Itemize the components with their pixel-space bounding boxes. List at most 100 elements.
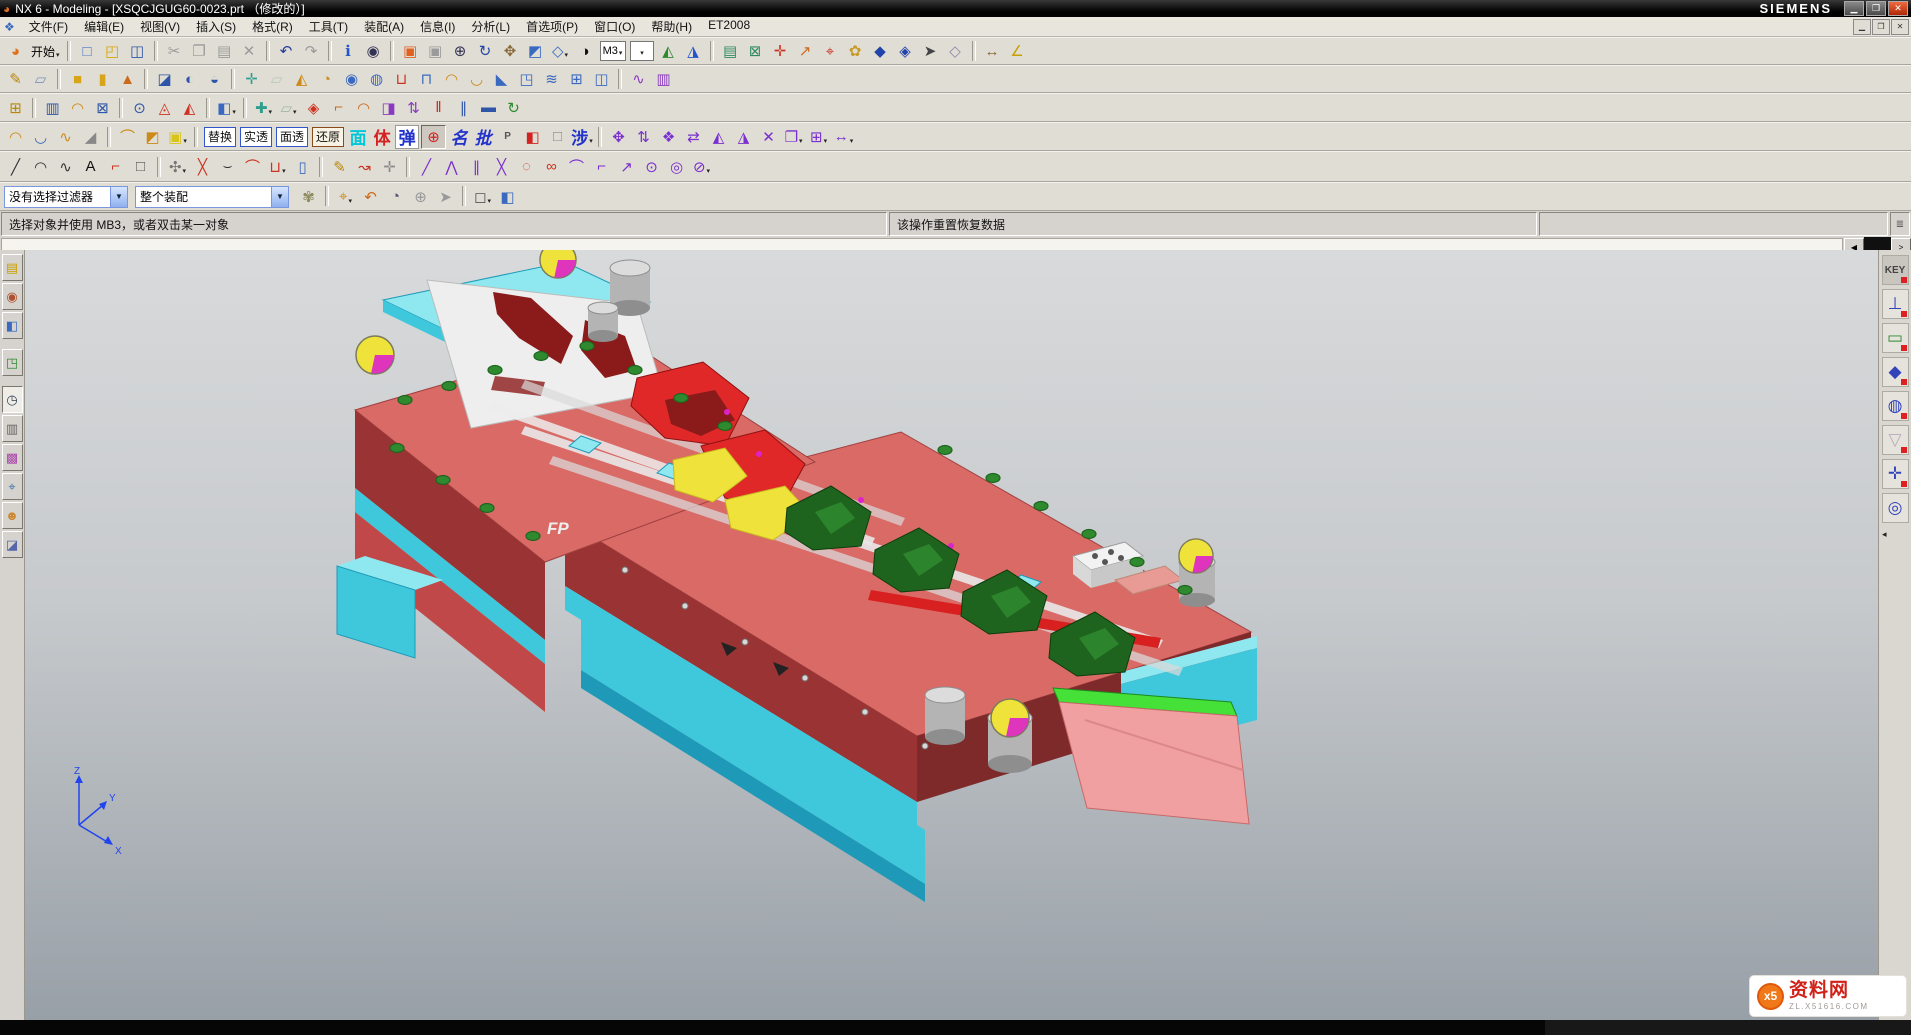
face-display-button[interactable]: 面	[347, 126, 369, 148]
revolve-icon[interactable]: ◔	[315, 68, 338, 90]
block-icon[interactable]: ■	[66, 68, 89, 90]
body-display-button[interactable]: 体	[371, 126, 393, 148]
intersect-point-icon[interactable]: ✛	[378, 156, 401, 178]
pattern-component-icon[interactable]: ⊞▾	[807, 126, 830, 148]
find-icon[interactable]: ◉	[362, 40, 385, 62]
rotate-point-icon[interactable]: ⊕	[409, 186, 432, 208]
expression-icon[interactable]: ✚▾	[252, 97, 275, 119]
helix-icon[interactable]: ✎	[328, 156, 351, 178]
roles-tab[interactable]: ☻	[2, 502, 23, 529]
menu-insert[interactable]: 插入(S)	[188, 17, 244, 36]
split-body-icon[interactable]: ◭	[178, 97, 201, 119]
pan-icon[interactable]: ✥	[499, 40, 522, 62]
menu-window[interactable]: 窗口(O)	[586, 17, 643, 36]
reorder-feature-icon[interactable]: ⇅	[402, 97, 425, 119]
swoop-icon[interactable]: ⌒	[116, 126, 139, 148]
copy-icon[interactable]: ❐	[188, 40, 211, 62]
save-icon[interactable]: ◫	[126, 40, 149, 62]
selection-scope-combo[interactable]: 整个装配 ▼	[135, 186, 289, 208]
paste-icon[interactable]: ▤	[213, 40, 236, 62]
scene-tab[interactable]: ◪	[2, 531, 23, 558]
menu-preferences[interactable]: 首选项(P)	[518, 17, 586, 36]
pad-icon[interactable]: ⊓	[415, 68, 438, 90]
constraint-cylinder-icon[interactable]: ◮	[732, 126, 755, 148]
shaded-cube-icon[interactable]: ◧	[496, 186, 519, 208]
thicken-icon[interactable]: ▥	[652, 68, 675, 90]
studio-surface-icon[interactable]: ◠	[4, 126, 27, 148]
menu-assemblies[interactable]: 装配(A)	[356, 17, 412, 36]
offset-surface-icon[interactable]: ⊙	[128, 97, 151, 119]
mesh-surface-icon[interactable]: ⊠	[91, 97, 114, 119]
subtract-icon[interactable]: ◐	[178, 68, 201, 90]
trim-body-icon[interactable]: ◬	[153, 97, 176, 119]
delete-icon[interactable]: ✕	[238, 40, 261, 62]
boss-icon[interactable]: ◍	[365, 68, 388, 90]
cone-icon[interactable]: ▲	[116, 68, 139, 90]
batch-button[interactable]: 批	[472, 126, 494, 148]
csys-dialog-icon[interactable]: ⌖	[819, 40, 842, 62]
sketch-icon[interactable]: ✎	[4, 68, 27, 90]
replace-button[interactable]: 替换	[204, 127, 236, 147]
lift-component-icon[interactable]: ⇅	[632, 126, 655, 148]
update-icon[interactable]: ↻	[502, 97, 525, 119]
background-swatch[interactable]: ▾	[630, 41, 654, 61]
nx-logo-icon[interactable]: ◕	[4, 40, 27, 62]
restore-button[interactable]: ❒	[1866, 1, 1886, 16]
section-surface-icon[interactable]: ◢	[79, 126, 102, 148]
render-style-icon[interactable]: ◑	[574, 40, 597, 62]
ray-icon[interactable]: ↗	[615, 156, 638, 178]
swept-icon[interactable]: ◠	[66, 97, 89, 119]
transform-icon[interactable]: ◈	[894, 40, 917, 62]
visualization-tab[interactable]: ▩	[2, 444, 23, 471]
bridge-curve-icon[interactable]: ↝	[353, 156, 376, 178]
wcs-display-icon[interactable]: P	[496, 126, 519, 148]
through-curves-icon[interactable]: ▥	[41, 97, 64, 119]
zoom-icon[interactable]: ⊕	[449, 40, 472, 62]
sketch-vector-icon[interactable]: ⋀	[440, 156, 463, 178]
constraint-cone-icon[interactable]: ◭	[707, 126, 730, 148]
solid-translucent-button[interactable]: 实透	[240, 127, 272, 147]
dashed-circle-icon[interactable]: ◌	[515, 156, 538, 178]
key-palette-item[interactable]: KEY	[1882, 255, 1909, 285]
pot-icon[interactable]: ⊔▾	[266, 156, 289, 178]
reuse-library-tab[interactable]: ◳	[2, 349, 23, 376]
plate-part-item[interactable]: ◍	[1882, 391, 1909, 421]
pocket-icon[interactable]: ⊔	[390, 68, 413, 90]
red-columns-icon[interactable]: ‖	[427, 97, 450, 119]
grid-pencil-icon[interactable]: ⊞	[4, 97, 27, 119]
blend-icon[interactable]: ◡	[465, 68, 488, 90]
text-icon[interactable]: A	[79, 156, 102, 178]
constraint-navigator-tab[interactable]: ◉	[2, 283, 23, 310]
palette-collapse-icon[interactable]: ◂	[1882, 529, 1887, 540]
sew-icon[interactable]: ∿	[627, 68, 650, 90]
circle-slash-icon[interactable]: ⊘▾	[690, 156, 713, 178]
deselect-icon[interactable]: ◇	[944, 40, 967, 62]
wizard-tab[interactable]: ⌖	[2, 473, 23, 500]
marquee-select-icon[interactable]: ◻▾	[471, 186, 494, 208]
restore-button[interactable]: 还原	[312, 127, 344, 147]
shaft-part-item[interactable]: ✛	[1882, 459, 1909, 489]
select-tools-icon[interactable]: ✾	[297, 186, 320, 208]
edit-feature-icon[interactable]: ⌐	[327, 97, 350, 119]
die-strip-item[interactable]: ▭	[1882, 323, 1909, 353]
spring-button[interactable]: 弹	[395, 125, 419, 149]
two-circle-icon[interactable]: ∞	[540, 156, 563, 178]
snap-point-icon[interactable]: ⌖▾	[334, 186, 357, 208]
extrude-icon[interactable]: ◭	[290, 68, 313, 90]
sketch-in-task-icon[interactable]: ▱	[29, 68, 52, 90]
layer-settings-icon[interactable]: ◮	[682, 40, 705, 62]
wireframe-cube-icon[interactable]: □	[546, 126, 569, 148]
datum-csys-icon[interactable]: ✛	[240, 68, 263, 90]
fit-view-icon[interactable]: ◩	[524, 40, 547, 62]
mirror-feature-icon[interactable]: ◫	[590, 68, 613, 90]
red-cube-icon[interactable]: ◧	[521, 126, 544, 148]
name-button[interactable]: 名	[448, 126, 470, 148]
replay-icon[interactable]: ▬	[477, 97, 500, 119]
menu-analysis[interactable]: 分析(L)	[463, 17, 518, 36]
measure-distance-icon[interactable]: ↔	[981, 40, 1004, 62]
child-restore-button[interactable]: ❒	[1872, 19, 1890, 35]
circle-point-icon[interactable]: ⊙	[640, 156, 663, 178]
emboss-icon[interactable]: ◠	[440, 68, 463, 90]
grab-icon[interactable]: ➤	[434, 186, 457, 208]
box-surface-icon[interactable]: ▣▾	[166, 126, 189, 148]
